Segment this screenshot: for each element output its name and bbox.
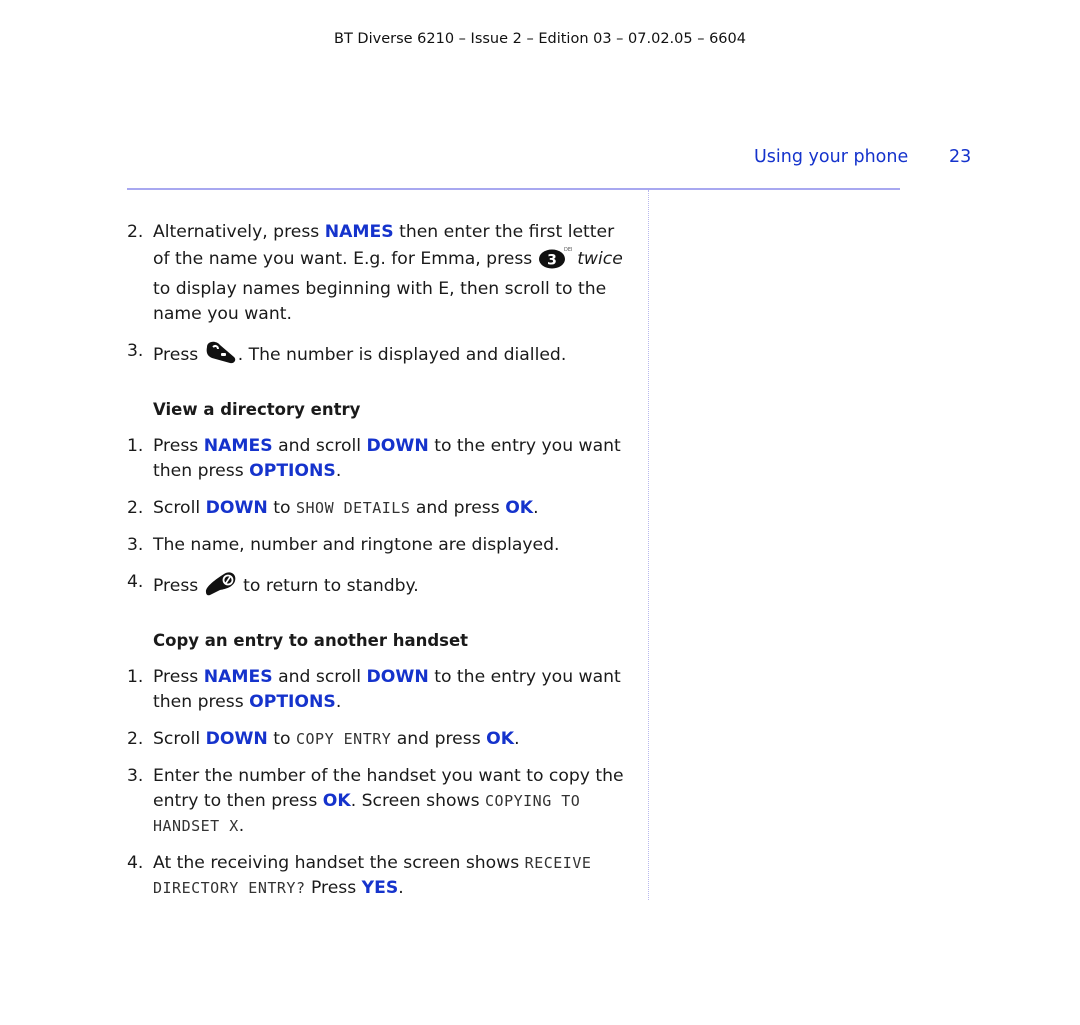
key-label-down: DOWN: [205, 729, 268, 749]
step-number: 4.: [127, 572, 144, 592]
step-text: Press: [305, 878, 362, 898]
step-text: and scroll: [272, 667, 367, 687]
step-item: 2. Scroll DOWN to SHOW DETAILS and press…: [127, 496, 627, 521]
step-item: 1. Press NAMES and scroll DOWN to the en…: [127, 665, 627, 715]
end-call-key-icon: [204, 570, 238, 604]
step-number: 2.: [127, 729, 144, 749]
step-text: Scroll: [153, 498, 206, 518]
section-title: Using your phone: [754, 147, 909, 167]
key-label-options: OPTIONS: [249, 692, 336, 712]
column-divider: [648, 190, 649, 900]
key-label-ok: OK: [505, 498, 534, 518]
step-item: 3. The name, number and ringtone are dis…: [127, 533, 627, 558]
key-label-ok: OK: [486, 729, 515, 749]
step-text: At the receiving handset the screen show…: [153, 853, 525, 873]
step-text: Press: [153, 576, 204, 596]
talk-key-icon: [204, 339, 238, 373]
step-text: Alternatively, press: [153, 222, 325, 242]
step-number: 2.: [127, 222, 144, 242]
key-label-down: DOWN: [366, 667, 429, 687]
key-label-names: NAMES: [203, 436, 273, 456]
step-number: 3.: [127, 535, 144, 555]
step-number: 3.: [127, 341, 144, 361]
step-number: 2.: [127, 498, 144, 518]
key-3-def-icon: 3 DEF: [538, 245, 574, 277]
step-text: to display names beginning with E, then …: [153, 279, 607, 324]
key-label-names: NAMES: [203, 667, 273, 687]
step-text: to return to standby.: [237, 576, 419, 596]
main-content: 2. Alternatively, press NAMES then enter…: [127, 220, 627, 913]
step-text: .: [335, 692, 342, 712]
step-item: 2. Alternatively, press NAMES then enter…: [127, 220, 627, 327]
header-rule: [127, 188, 900, 190]
step-text: Scroll: [153, 729, 206, 749]
key-label-options: OPTIONS: [249, 461, 336, 481]
step-text: to: [267, 498, 296, 518]
page-number: 23: [949, 147, 972, 167]
key-label-names: NAMES: [324, 222, 394, 242]
step-text: .: [398, 878, 404, 898]
step-item: 3. Press . The number is displayed and d…: [127, 339, 627, 373]
step-item: 2. Scroll DOWN to COPY ENTRY and press O…: [127, 727, 627, 752]
step-text: to: [267, 729, 296, 749]
step-text: .: [533, 498, 539, 518]
step-text: Press: [153, 345, 204, 365]
svg-text:DEF: DEF: [564, 247, 572, 253]
step-text-italic: twice: [577, 249, 623, 269]
step-item: 1. Press NAMES and scroll DOWN to the en…: [127, 434, 627, 484]
step-text: Press: [153, 667, 204, 687]
key-label-yes: YES: [361, 878, 399, 898]
document-info-header: BT Diverse 6210 – Issue 2 – Edition 03 –…: [334, 31, 746, 47]
step-text: . Screen shows: [350, 791, 486, 811]
section-heading: View a directory entry: [153, 400, 361, 419]
step-text: and scroll: [272, 436, 367, 456]
step-item: 4. Press to return to standby.: [127, 570, 627, 604]
step-number: 1.: [127, 667, 144, 687]
step-text: The name, number and ringtone are displa…: [153, 535, 560, 555]
section-heading: Copy an entry to another handset: [153, 631, 469, 650]
step-text: .: [514, 729, 520, 749]
step-number: 1.: [127, 436, 144, 456]
key-label-down: DOWN: [205, 498, 268, 518]
step-text: .: [335, 461, 342, 481]
step-text: and press: [391, 729, 487, 749]
step-text: Press: [153, 436, 204, 456]
key-label-ok: OK: [322, 791, 351, 811]
key-label-down: DOWN: [366, 436, 429, 456]
lcd-text: COPY ENTRY: [296, 730, 392, 748]
lcd-text: SHOW DETAILS: [296, 499, 411, 517]
step-text: .: [238, 816, 245, 836]
svg-text:3: 3: [547, 253, 557, 269]
step-number: 3.: [127, 766, 144, 786]
step-text: and press: [410, 498, 506, 518]
step-text: . The number is displayed and dialled.: [237, 345, 567, 365]
step-item: 4. At the receiving handset the screen s…: [127, 851, 627, 901]
step-number: 4.: [127, 853, 144, 873]
step-item: 3. Enter the number of the handset you w…: [127, 764, 627, 839]
